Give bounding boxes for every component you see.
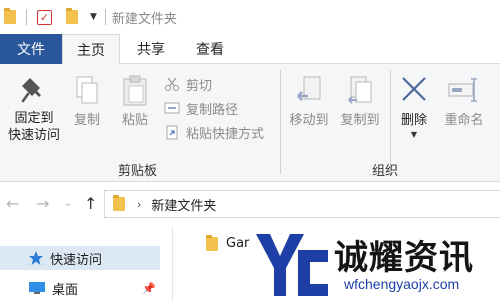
- list-item[interactable]: Gar: [206, 234, 250, 251]
- copy-to-button[interactable]: 复制到: [334, 74, 386, 129]
- scissors-icon: [164, 76, 180, 92]
- title-bar: ✓ ▼ 新建文件夹: [0, 0, 500, 34]
- window-title: 新建文件夹: [111, 11, 177, 27]
- folder-icon: [206, 234, 218, 251]
- copy-to-icon: [348, 76, 372, 104]
- copy-label: 复制: [73, 113, 100, 128]
- paste-label: 粘贴: [121, 113, 148, 128]
- properties-button[interactable]: ✓: [37, 6, 52, 28]
- watermark-title: 诚耀资讯: [334, 238, 474, 278]
- divider: [390, 70, 391, 174]
- folder-icon: [113, 195, 125, 211]
- watermark-url: wfchengyaojx.com: [344, 276, 460, 292]
- quick-access-toolbar: ✓ ▼: [0, 0, 110, 34]
- watermark-logo: 诚耀资讯 wfchengyaojx.com: [248, 226, 500, 302]
- back-arrow-icon[interactable]: ←: [6, 194, 19, 213]
- cut-label: 剪切: [186, 78, 213, 94]
- navigation-bar: ← → ⌄ ↑ › 新建文件夹: [0, 182, 500, 226]
- move-to-button[interactable]: 移动到: [284, 74, 334, 129]
- move-to-label: 移动到: [289, 113, 329, 128]
- cut-button[interactable]: 剪切: [164, 74, 212, 94]
- star-icon: [28, 250, 44, 266]
- paste-button[interactable]: 粘贴: [112, 74, 158, 129]
- copy-button[interactable]: 复制: [66, 74, 108, 129]
- delete-button[interactable]: 删除 ▼: [394, 74, 434, 139]
- tab-view[interactable]: 查看: [180, 34, 240, 64]
- address-path: 新建文件夹: [151, 198, 217, 214]
- nav-item-label: 桌面: [52, 282, 79, 298]
- new-folder-icon: [66, 8, 78, 24]
- rename-label: 重命名: [444, 113, 484, 128]
- tab-home[interactable]: 主页: [62, 34, 120, 65]
- copy-path-icon: [164, 100, 180, 116]
- delete-label: 删除: [400, 113, 427, 128]
- logo-mark-icon: [248, 234, 328, 296]
- clipboard-icon: [123, 75, 147, 106]
- copy-path-label: 复制路径: [186, 102, 239, 118]
- divider: [26, 9, 27, 25]
- pin-label: 固定到 快速访问: [7, 111, 60, 143]
- ribbon: 固定到 快速访问 复制 粘贴 剪切 复制路径 粘贴快捷方式 剪贴板 移动到 复制…: [0, 64, 500, 182]
- tab-file[interactable]: 文件: [0, 34, 62, 64]
- ribbon-tabs: 文件 主页 共享 查看: [0, 34, 500, 65]
- move-to-icon: [297, 76, 321, 101]
- paste-shortcut-label: 粘贴快捷方式: [186, 126, 265, 142]
- desktop-icon: [28, 281, 46, 295]
- customize-toolbar-dropdown[interactable]: ▼: [90, 6, 97, 28]
- clipboard-group-label: 剪贴板: [118, 164, 158, 179]
- folder-icon: [4, 6, 16, 28]
- pin-to-quick-access-button[interactable]: 固定到 快速访问: [2, 74, 66, 144]
- pane-divider: [172, 226, 173, 302]
- navigation-pane: 快速访问 桌面 📌: [0, 226, 160, 302]
- copy-icon: [76, 76, 98, 104]
- chevron-right-icon[interactable]: ›: [137, 198, 141, 211]
- copy-path-button[interactable]: 复制路径: [164, 98, 238, 118]
- nav-item-desktop[interactable]: 桌面 📌: [0, 276, 160, 300]
- copy-to-label: 复制到: [340, 113, 380, 128]
- rename-icon: [448, 78, 477, 102]
- pin-icon[interactable]: 📌: [142, 282, 156, 295]
- recent-locations-chevron-icon[interactable]: ⌄: [64, 198, 72, 209]
- properties-icon: ✓: [37, 9, 52, 25]
- pin-icon: [21, 78, 41, 103]
- delete-x-icon: [402, 77, 426, 101]
- paste-shortcut-icon: [164, 124, 180, 140]
- divider: [104, 9, 106, 25]
- paste-shortcut-button[interactable]: 粘贴快捷方式: [164, 122, 264, 142]
- new-folder-button[interactable]: [66, 6, 78, 28]
- nav-item-quick-access[interactable]: 快速访问: [0, 246, 160, 270]
- address-bar[interactable]: › 新建文件夹: [104, 190, 500, 218]
- rename-button[interactable]: 重命名: [438, 74, 490, 129]
- tab-share[interactable]: 共享: [122, 34, 180, 64]
- delete-dropdown-icon[interactable]: ▼: [411, 130, 417, 139]
- forward-arrow-icon[interactable]: →: [36, 194, 49, 213]
- up-arrow-icon[interactable]: ↑: [84, 194, 97, 213]
- organize-group-label: 组织: [372, 164, 399, 179]
- file-name: Gar: [226, 236, 250, 251]
- divider: [280, 70, 281, 174]
- nav-item-label: 快速访问: [50, 252, 103, 268]
